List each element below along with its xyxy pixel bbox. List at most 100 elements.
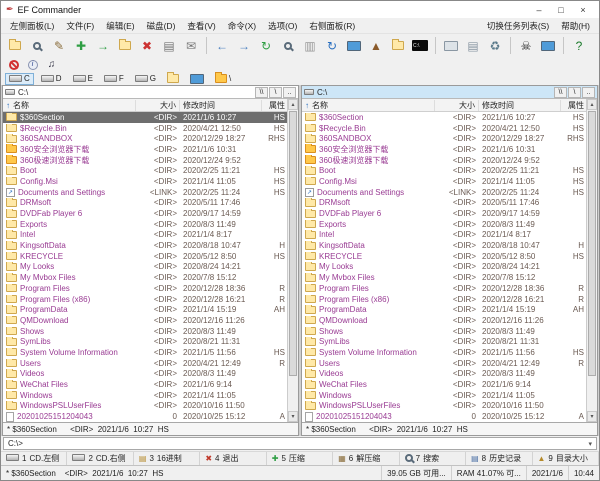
file-row[interactable]: My Mvbox Files<DIR>2020/7/8 15:12 [302,272,586,283]
column-attr[interactable]: 属性 [561,100,586,111]
menu-item-3[interactable]: 磁盘(D) [141,20,182,32]
right-path-bar[interactable]: C:\ \\ \ .. [302,86,597,99]
file-row[interactable]: 360SANDBOX<DIR>2020/12/29 18:27RHS [3,133,287,144]
file-row[interactable]: Videos<DIR>2020/8/3 11:49 [302,369,586,380]
menu-item-2[interactable]: 编辑(E) [100,20,140,32]
menu-item-5[interactable]: 命令(X) [222,20,262,32]
sync-icon[interactable]: ↻ [322,36,342,55]
file-row[interactable]: Shows<DIR>2020/8/3 11:49 [302,326,586,337]
fn-key-1-icon[interactable] [6,454,19,463]
file-row[interactable]: Config.Msi<DIR>2021/1/4 11:05HS [3,176,287,187]
file-row[interactable]: Program Files (x86)<DIR>2020/12/28 16:21… [3,294,287,305]
scroll-track[interactable] [587,110,597,411]
network-root-button[interactable]: \\ [255,87,268,98]
file-row[interactable]: KingsoftData<DIR>2020/8/18 10:47H [3,240,287,251]
file-row[interactable]: SymLibs<DIR>2020/8/21 11:31 [302,336,586,347]
file-row[interactable]: Exports<DIR>2020/8/3 11:49 [302,219,586,230]
forward-icon[interactable]: → [234,36,254,55]
file-row[interactable]: WeChat Files<DIR>2021/1/6 9:14 [3,379,287,390]
parent-dir-button[interactable]: .. [582,87,595,98]
file-row[interactable]: $360Section<DIR>2021/1/6 10:27HS [302,112,586,123]
column-attr[interactable]: 属性 [262,100,287,111]
desktop-icon[interactable] [538,36,558,55]
file-row[interactable]: DRMsoft<DIR>2020/5/11 17:46 [302,198,586,209]
fn-key-6-button[interactable]: ▦6解压缩 [333,452,399,465]
remote-desktop-icon[interactable] [344,36,364,55]
copy-icon[interactable]: ✚ [71,36,91,55]
file-row[interactable]: 2020102515120404302020/10/25 15:12A [3,411,287,422]
parent-dir-button[interactable]: .. [283,87,296,98]
refresh-icon[interactable]: ↻ [256,36,276,55]
scroll-thumb[interactable] [289,111,297,376]
file-row[interactable]: 360安全浏览器下载<DIR>2021/1/6 10:31 [3,144,287,155]
scroll-down-icon[interactable]: ▾ [587,411,597,422]
file-row[interactable]: Program Files (x86)<DIR>2020/12/28 16:21… [302,294,586,305]
fn-key-2-button[interactable]: 2CD.右侧 [67,452,133,465]
root-button[interactable]: \ [568,87,581,98]
scroll-down-icon[interactable]: ▾ [288,411,298,422]
recycle-bin-icon[interactable]: ♻ [485,36,505,55]
file-row[interactable]: Exports<DIR>2020/8/3 11:49 [3,219,287,230]
file-row[interactable]: SymLibs<DIR>2020/8/21 11:31 [3,336,287,347]
fn-key-5-icon[interactable]: ✚ [272,454,279,463]
file-row[interactable]: WindowsPSLUserFiles<DIR>2020/10/16 11:50 [302,401,586,412]
file-row[interactable]: Windows<DIR>2021/1/4 11:05 [3,390,287,401]
file-row[interactable]: WindowsPSLUserFiles<DIR>2020/10/16 11:50 [3,401,287,412]
compare-icon[interactable]: ▥ [300,36,320,55]
file-row[interactable]: Users<DIR>2020/4/21 12:49R [302,358,586,369]
file-row[interactable]: Boot<DIR>2020/2/25 11:21HS [302,165,586,176]
fn-key-7-button[interactable]: 7搜索 [400,452,466,465]
close-button[interactable]: × [572,5,594,15]
fn-key-8-button[interactable]: ▤8历史记录 [466,452,532,465]
terminal-icon[interactable]: C:\ [410,36,430,55]
file-row[interactable]: KRECYCLE<DIR>2020/5/12 8:50HS [3,251,287,262]
drive-button-F[interactable]: F [100,73,128,85]
fn-key-5-button[interactable]: ✚5压缩 [267,452,333,465]
root-button[interactable]: \ [269,87,282,98]
file-row[interactable]: Boot<DIR>2020/2/25 11:21HS [3,165,287,176]
desktop-shortcut-button[interactable] [186,73,208,85]
drive-button-G[interactable]: G [131,73,160,85]
file-row[interactable]: QMDownload<DIR>2020/12/16 11:26 [3,315,287,326]
fn-key-2-icon[interactable] [72,454,85,463]
file-row[interactable]: DVDFab Player 6<DIR>2020/9/17 14:59 [302,208,586,219]
fn-key-3-button[interactable]: ▤316进制 [134,452,200,465]
file-row[interactable]: Program Files<DIR>2020/12/28 18:36R [3,283,287,294]
column-size[interactable]: 大小 [435,100,479,111]
file-row[interactable]: Intel<DIR>2021/1/4 8:17 [3,230,287,241]
file-row[interactable]: ↗Documents and Settings<LINK>2020/2/25 1… [3,187,287,198]
menu-item-4[interactable]: 查看(V) [181,20,221,32]
kill-task-icon[interactable]: ☠ [516,36,536,55]
file-row[interactable]: $Recycle.Bin<DIR>2020/4/21 12:50HS [302,123,586,134]
edit-icon[interactable]: ✎ [49,36,69,55]
file-row[interactable]: ProgramData<DIR>2021/1/4 15:19AH [3,304,287,315]
email-icon[interactable]: ✉ [181,36,201,55]
file-row[interactable]: WeChat Files<DIR>2021/1/6 9:14 [302,379,586,390]
search-icon[interactable] [278,36,298,55]
history-dropdown-icon[interactable]: ▾ [588,440,592,448]
column-modified[interactable]: 修改时间 [479,100,561,111]
fn-key-4-icon[interactable]: ✖ [205,454,212,463]
info-icon[interactable]: i [24,58,41,71]
scroll-up-icon[interactable]: ▴ [288,99,298,110]
file-row[interactable]: $360Section<DIR>2021/1/6 10:27HS [3,112,287,123]
drive-button-D[interactable]: D [37,73,66,85]
network-root-button[interactable]: \\ [554,87,567,98]
block-icon[interactable] [5,58,22,71]
file-row[interactable]: Config.Msi<DIR>2021/1/4 11:05HS [302,176,586,187]
file-row[interactable]: Intel<DIR>2021/1/4 8:17 [302,230,586,241]
column-name[interactable]: ↑名称 [3,100,136,111]
fn-key-4-button[interactable]: ✖4退出 [200,452,266,465]
fn-key-6-icon[interactable]: ▦ [338,454,346,463]
folder-shortcut-button[interactable] [163,73,183,85]
menu-item-1[interactable]: 文件(F) [60,20,100,32]
file-row[interactable]: DRMsoft<DIR>2020/5/11 17:46 [3,198,287,209]
scroll-thumb[interactable] [588,111,596,376]
file-row[interactable]: My Mvbox Files<DIR>2020/7/8 15:12 [3,272,287,283]
drive-button-C[interactable]: C [5,73,34,85]
maximize-button[interactable]: □ [550,5,572,15]
file-row[interactable]: 360安全浏览器下载<DIR>2021/1/6 10:31 [302,144,586,155]
file-row[interactable]: Videos<DIR>2020/8/3 11:49 [3,369,287,380]
fn-key-9-button[interactable]: ▲9目录大小 [533,452,599,465]
drive-button-E[interactable]: E [69,73,97,85]
